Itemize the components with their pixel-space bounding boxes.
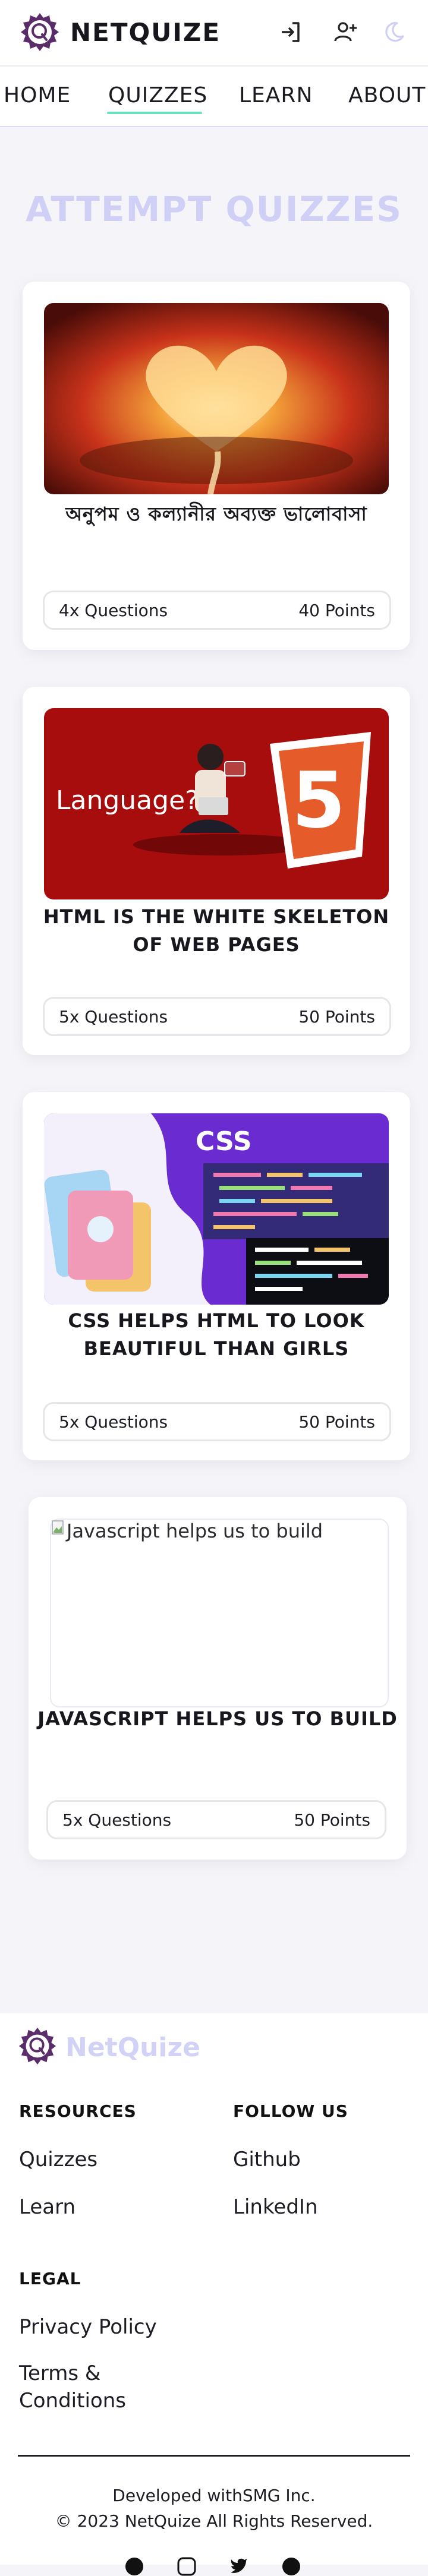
follow-heading: FOLLOW US	[233, 2101, 348, 2121]
nav-home[interactable]: HOME	[4, 83, 71, 108]
facebook-icon[interactable]	[125, 2557, 144, 2576]
footer-divider	[18, 2455, 410, 2457]
quiz-stats: 5x Questions 50 Points	[43, 997, 391, 1036]
question-count: 5x Questions	[62, 1810, 172, 1830]
points-value: 50 Points	[298, 1007, 375, 1027]
question-count: 4x Questions	[59, 601, 168, 620]
question-count: 5x Questions	[59, 1412, 168, 1432]
quiz-title[interactable]: CSS HELPS HTML TO LOOK BEAUTIFUL THAN GI…	[34, 1307, 398, 1363]
footer-link-linkedin[interactable]: LinkedIn	[233, 2193, 318, 2221]
quiz-stats: 5x Questions 50 Points	[43, 1402, 391, 1441]
footer-link-privacy[interactable]: Privacy Policy	[19, 2313, 157, 2341]
quiz-card[interactable]: Javascript helps us to build JAVASCRIPT …	[29, 1497, 407, 1860]
main-nav: HOME QUIZZES LEARN ABOUT	[0, 65, 428, 127]
quiz-card[interactable]: অনুপম ও কল্যানীর অব্যক্ত ভালোবাসা 4x Que…	[23, 282, 410, 650]
image-alt-text: Javascript helps us to build	[67, 1520, 323, 1542]
app-header: NETQUIZE	[0, 0, 428, 65]
css-image-label: CSS	[196, 1126, 252, 1157]
quiz-stats: 4x Questions 40 Points	[43, 591, 391, 630]
github-icon[interactable]	[282, 2557, 301, 2576]
footer-link-learn[interactable]: Learn	[19, 2193, 75, 2221]
legal-heading: LEGAL	[19, 2269, 81, 2288]
footer-link-terms[interactable]: Terms & Conditions	[19, 2360, 174, 2414]
broken-image-icon	[52, 1520, 64, 1535]
quiz-card[interactable]: Language? 5 HTML IS THE WHITE SKELETON O…	[23, 687, 410, 1055]
footer-logo-icon[interactable]	[18, 2026, 57, 2066]
quiz-title[interactable]: HTML IS THE WHITE SKELETON OF WEB PAGES	[34, 903, 398, 959]
login-icon[interactable]	[277, 18, 304, 46]
developed-by: Developed withSMG Inc.	[112, 2486, 316, 2505]
quiz-card[interactable]: CSS CSS HELPS HTML TO LOOK BEAUTIFUL THA…	[23, 1092, 410, 1460]
points-value: 50 Points	[298, 1412, 375, 1432]
brand-name[interactable]: NETQUIZE	[70, 18, 221, 47]
nav-learn[interactable]: LEARN	[239, 83, 313, 108]
logo-icon[interactable]	[20, 12, 60, 52]
footer-link-github[interactable]: Github	[233, 2146, 301, 2173]
quiz-title[interactable]: অনুপম ও কল্যানীর অব্যক্ত ভালোবাসা	[34, 500, 398, 528]
resources-heading: RESOURCES	[19, 2101, 137, 2121]
footer-link-quizzes[interactable]: Quizzes	[19, 2146, 97, 2173]
question-count: 5x Questions	[59, 1007, 168, 1027]
active-tab-indicator	[107, 112, 202, 114]
instagram-icon[interactable]	[177, 2557, 196, 2576]
twitter-icon[interactable]	[229, 2557, 248, 2576]
page-title: ATTEMPT QUIZZES	[26, 189, 402, 229]
nav-about[interactable]: ABOUT	[348, 83, 426, 108]
copyright: © 2023 NetQuize All Rights Reserved.	[55, 2511, 373, 2531]
quiz-thumbnail[interactable]: Language? 5	[44, 708, 389, 899]
moon-icon[interactable]	[380, 18, 408, 46]
nav-quizzes[interactable]: QUIZZES	[108, 83, 207, 108]
quiz-thumbnail[interactable]: CSS	[44, 1113, 389, 1305]
html5-badge: 5	[292, 755, 345, 845]
footer-brand-name[interactable]: NetQuize	[65, 2032, 200, 2063]
quiz-title[interactable]: JAVASCRIPT HELPS US TO BUILD	[29, 1705, 407, 1733]
quiz-thumbnail-broken[interactable]: Javascript helps us to build	[50, 1519, 389, 1707]
add-user-icon[interactable]	[332, 18, 359, 46]
points-value: 40 Points	[298, 601, 375, 620]
site-footer: NetQuize RESOURCES Quizzes Learn FOLLOW …	[0, 2013, 428, 2576]
html-image-text: Language?	[56, 785, 199, 816]
quiz-stats: 5x Questions 50 Points	[46, 1800, 386, 1839]
points-value: 50 Points	[294, 1810, 370, 1830]
quiz-thumbnail[interactable]	[44, 303, 389, 494]
